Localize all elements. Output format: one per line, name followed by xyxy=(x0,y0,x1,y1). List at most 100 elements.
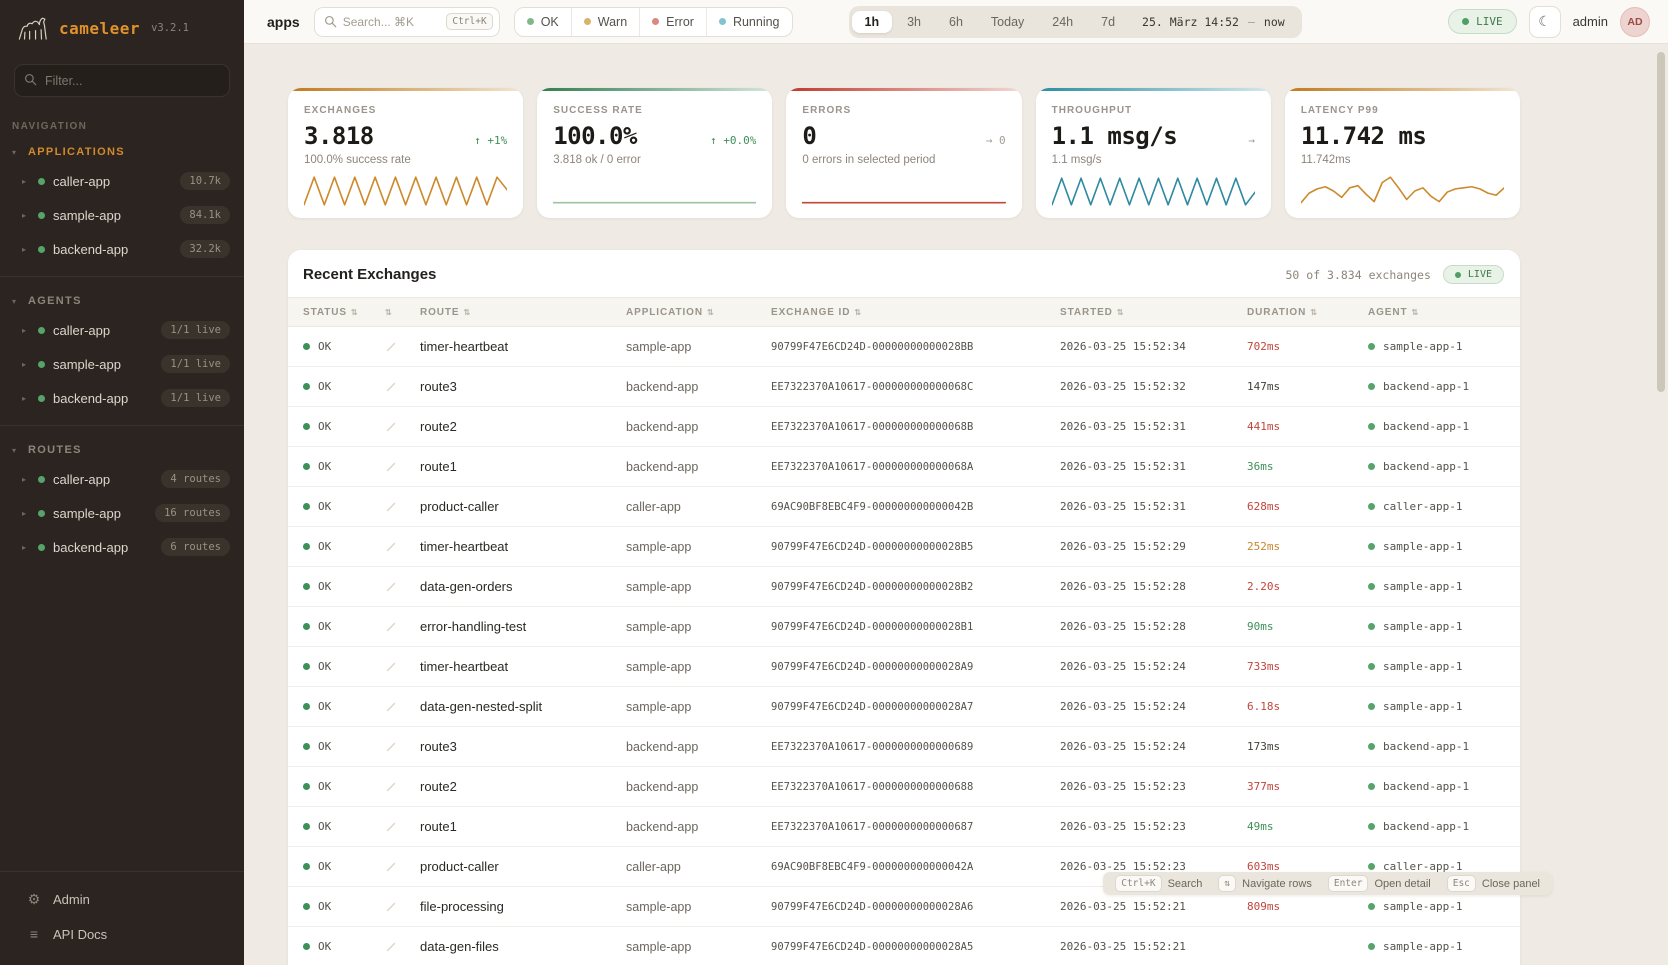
live-indicator[interactable]: LIVE xyxy=(1448,9,1517,34)
time-range-24h[interactable]: 24h xyxy=(1039,11,1086,33)
time-range-today[interactable]: Today xyxy=(978,11,1037,33)
column-header-agent[interactable]: AGENT⇅ xyxy=(1368,307,1505,318)
column-header-duration[interactable]: DURATION⇅ xyxy=(1247,307,1368,318)
trend-arrow-icon xyxy=(385,741,420,753)
stat-card-latency-p99[interactable]: LATENCY P99 11.742 ms 11.742ms xyxy=(1285,88,1520,218)
table-row[interactable]: OK route2 backend-app EE7322370A10617-00… xyxy=(288,407,1520,447)
column-header-started[interactable]: STARTED⇅ xyxy=(1060,307,1247,318)
card-accent-bar xyxy=(1036,88,1271,91)
table-row[interactable]: OK route3 backend-app EE7322370A10617-00… xyxy=(288,727,1520,767)
table-row[interactable]: OK timer-heartbeat sample-app 90799F47E6… xyxy=(288,527,1520,567)
time-range-6h[interactable]: 6h xyxy=(936,11,976,33)
sidebar-footer-admin[interactable]: ⚙ Admin xyxy=(0,882,244,917)
sidebar-item-routes-sample-app[interactable]: ▸ sample-app 16 routes xyxy=(0,496,244,530)
stat-card-success-rate[interactable]: SUCCESS RATE 100.0% ↑ +0.0% 3.818 ok / 0… xyxy=(537,88,772,218)
status-filter-running[interactable]: Running xyxy=(706,8,792,36)
ok-dot-icon xyxy=(303,703,310,710)
table-row[interactable]: OK timer-heartbeat sample-app 90799F47E6… xyxy=(288,327,1520,367)
range-end: now xyxy=(1264,15,1285,29)
table-row[interactable]: OK timer-heartbeat sample-app 90799F47E6… xyxy=(288,647,1520,687)
section-header-applications[interactable]: ▾ APPLICATIONS xyxy=(0,138,244,164)
sidebar-item-applications-caller-app[interactable]: ▸ caller-app 10.7k xyxy=(0,164,244,198)
exchange-id-cell: 90799F47E6CD24D-00000000000028B2 xyxy=(771,581,1060,593)
stat-card-errors[interactable]: ERRORS 0 → 0 0 errors in selected period xyxy=(786,88,1021,218)
scrollbar-thumb[interactable] xyxy=(1657,52,1665,392)
status-dot-icon xyxy=(719,18,726,25)
stat-card-throughput[interactable]: THROUGHPUT 1.1 msg/s → 1.1 msg/s xyxy=(1036,88,1271,218)
stat-delta: → xyxy=(1248,134,1255,147)
agent-dot-icon xyxy=(1368,863,1375,870)
search-input[interactable] xyxy=(343,15,441,29)
agent-cell: sample-app-1 xyxy=(1368,340,1505,353)
count-badge: 4 routes xyxy=(161,470,230,488)
shortcut-label: Search xyxy=(1168,878,1203,890)
table-row[interactable]: OK data-gen-nested-split sample-app 9079… xyxy=(288,687,1520,727)
status-filter-ok[interactable]: OK xyxy=(515,8,571,36)
table-row[interactable]: OK error-handling-test sample-app 90799F… xyxy=(288,607,1520,647)
table-row[interactable]: OK data-gen-files sample-app 90799F47E6C… xyxy=(288,927,1520,965)
application-cell: caller-app xyxy=(626,860,771,874)
table-row[interactable]: OK route1 backend-app EE7322370A10617-00… xyxy=(288,807,1520,847)
time-range-3h[interactable]: 3h xyxy=(894,11,934,33)
time-range-7d[interactable]: 7d xyxy=(1088,11,1128,33)
status-filter-warn[interactable]: Warn xyxy=(571,8,639,36)
sidebar-item-routes-backend-app[interactable]: ▸ backend-app 6 routes xyxy=(0,530,244,564)
column-header-application[interactable]: APPLICATION⇅ xyxy=(626,307,771,318)
sidebar-item-applications-sample-app[interactable]: ▸ sample-app 84.1k xyxy=(0,198,244,232)
sidebar-item-applications-backend-app[interactable]: ▸ backend-app 32.2k xyxy=(0,232,244,266)
column-header-route[interactable]: ROUTE⇅ xyxy=(420,307,626,318)
sort-icon: ⇅ xyxy=(464,308,472,317)
time-display[interactable]: 25. März 14:52 — now xyxy=(1130,15,1299,29)
stat-label: EXCHANGES xyxy=(304,88,507,116)
table-row[interactable]: OK route2 backend-app EE7322370A10617-00… xyxy=(288,767,1520,807)
ok-dot-icon xyxy=(303,663,310,670)
table-row[interactable]: OK data-gen-orders sample-app 90799F47E6… xyxy=(288,567,1520,607)
section-header-routes[interactable]: ▾ ROUTES xyxy=(0,436,244,462)
section-header-agents[interactable]: ▾ AGENTS xyxy=(0,287,244,313)
nav-apps[interactable]: apps xyxy=(267,14,300,30)
stat-subtitle: 3.818 ok / 0 error xyxy=(553,154,756,166)
sidebar-item-agents-backend-app[interactable]: ▸ backend-app 1/1 live xyxy=(0,381,244,415)
count-badge: 10.7k xyxy=(180,172,230,190)
sort-icon: ⇅ xyxy=(1117,308,1125,317)
exchange-id-cell: EE7322370A10617-0000000000000689 xyxy=(771,741,1060,753)
agent-cell: sample-app-1 xyxy=(1368,580,1505,593)
avatar[interactable]: AD xyxy=(1620,7,1650,37)
theme-toggle-button[interactable]: ☾ xyxy=(1529,6,1561,38)
gear-icon: ⚙ xyxy=(26,891,42,908)
status-dot-icon xyxy=(584,18,591,25)
search-box[interactable]: Ctrl+K xyxy=(314,7,500,37)
time-range-1h[interactable]: 1h xyxy=(852,11,893,33)
stat-subtitle: 100.0% success rate xyxy=(304,154,507,166)
logo[interactable]: cameleer v3.2.1 xyxy=(0,0,244,52)
sidebar-item-routes-caller-app[interactable]: ▸ caller-app 4 routes xyxy=(0,462,244,496)
column-header-status[interactable]: STATUS⇅ xyxy=(303,307,385,318)
count-badge: 1/1 live xyxy=(161,389,230,407)
table-row[interactable]: OK route3 backend-app EE7322370A10617-00… xyxy=(288,367,1520,407)
chevron-right-icon: ▸ xyxy=(22,211,30,220)
agent-cell: sample-app-1 xyxy=(1368,700,1505,713)
sidebar-footer-api-docs[interactable]: ≡ API Docs xyxy=(0,917,244,951)
route-cell: product-caller xyxy=(420,859,626,874)
status-dot-icon xyxy=(38,510,45,517)
route-cell: data-gen-files xyxy=(420,939,626,954)
stat-card-exchanges[interactable]: EXCHANGES 3.818 ↑ +1% 100.0% success rat… xyxy=(288,88,523,218)
sidebar-item-agents-sample-app[interactable]: ▸ sample-app 1/1 live xyxy=(0,347,244,381)
table-row[interactable]: OK product-caller caller-app 69AC90BF8EB… xyxy=(288,487,1520,527)
filter-input[interactable] xyxy=(14,64,230,97)
column-header-exchange-id[interactable]: EXCHANGE ID⇅ xyxy=(771,307,1060,318)
topbar-right: LIVE ☾ admin AD xyxy=(1448,6,1650,38)
chevron-down-icon: ▾ xyxy=(12,148,20,157)
route-cell: data-gen-orders xyxy=(420,579,626,594)
live-label: LIVE xyxy=(1476,15,1503,28)
main-area: apps Ctrl+K OK Warn Error Running 1h3h6h… xyxy=(244,0,1668,965)
column-header-trend[interactable]: ⇅ xyxy=(385,308,420,317)
table-header-row: STATUS⇅⇅ROUTE⇅APPLICATION⇅EXCHANGE ID⇅ST… xyxy=(288,297,1520,327)
table-row[interactable]: OK route1 backend-app EE7322370A10617-00… xyxy=(288,447,1520,487)
status-filter-error[interactable]: Error xyxy=(639,8,706,36)
sidebar-item-label: backend-app xyxy=(53,540,153,555)
ok-dot-icon xyxy=(303,943,310,950)
search-kbd: Ctrl+K xyxy=(446,13,492,30)
sidebar-item-agents-caller-app[interactable]: ▸ caller-app 1/1 live xyxy=(0,313,244,347)
kbd-key: Enter xyxy=(1328,875,1369,892)
